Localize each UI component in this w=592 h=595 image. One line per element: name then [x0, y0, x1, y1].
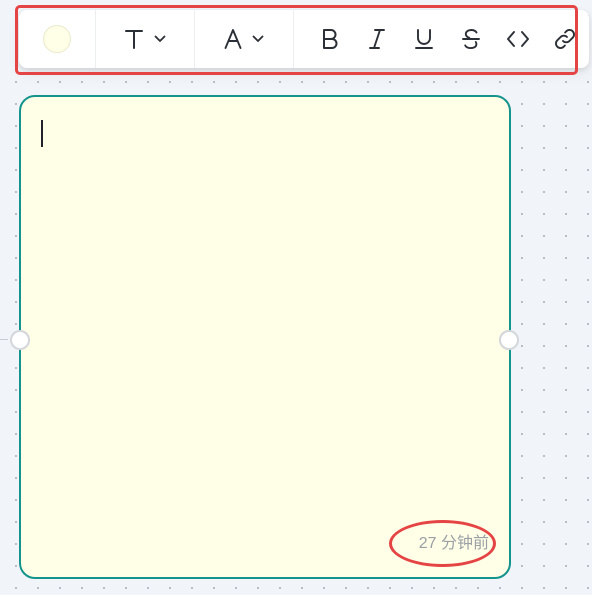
fill-color-group: [19, 10, 95, 68]
underline-button[interactable]: [400, 19, 447, 59]
fill-color-picker[interactable]: [43, 25, 71, 53]
link-icon: [553, 27, 577, 51]
bold-button[interactable]: [306, 19, 353, 59]
connection-handle-right[interactable]: [499, 330, 519, 350]
code-button[interactable]: [494, 19, 541, 59]
bold-icon: [321, 28, 339, 50]
edited-timestamp: 27 分钟前: [418, 535, 489, 552]
sticky-note[interactable]: 27 分钟前: [10, 95, 519, 579]
strikethrough-button[interactable]: [447, 19, 494, 59]
text-style-icon: [124, 28, 144, 50]
text-cursor: [41, 120, 43, 147]
italic-icon: [368, 28, 386, 50]
strikethrough-icon: [461, 28, 481, 50]
connection-handle-left[interactable]: [10, 330, 30, 350]
chevron-down-icon: [154, 35, 166, 43]
font-color-icon: [224, 28, 242, 50]
italic-button[interactable]: [353, 19, 400, 59]
format-buttons: [294, 10, 588, 68]
text-style-dropdown[interactable]: [96, 10, 194, 68]
text-format-toolbar: [19, 10, 589, 68]
underline-icon: [414, 28, 434, 50]
chevron-down-icon: [252, 35, 264, 43]
font-color-dropdown[interactable]: [195, 10, 293, 68]
code-icon: [506, 30, 530, 48]
link-button[interactable]: [541, 19, 588, 59]
connector-line: [0, 339, 8, 340]
